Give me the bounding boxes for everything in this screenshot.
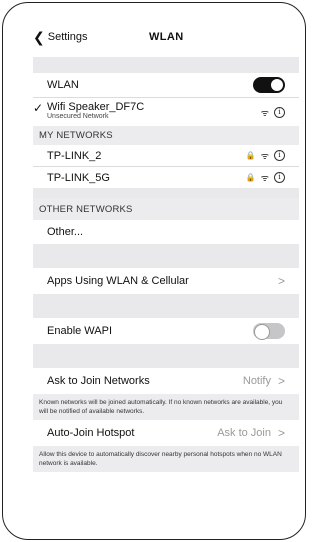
wlan-toggle[interactable] xyxy=(253,77,285,93)
auto-join-hotspot-row[interactable]: Auto-Join Hotspot Ask to Join > xyxy=(33,420,299,446)
other-network-row[interactable]: Other... xyxy=(33,220,299,244)
ask-to-join-footnote: Known networks will be joined automatica… xyxy=(33,394,299,420)
ask-to-join-label: Ask to Join Networks xyxy=(47,375,150,387)
my-networks-header: MY NETWORKS xyxy=(33,126,299,145)
chevron-left-icon: ❮ xyxy=(33,29,45,45)
section-gap xyxy=(33,57,299,73)
auto-join-hotspot-value: Ask to Join xyxy=(217,427,271,439)
network-row-tp-link-2[interactable]: TP-LINK_2 🔒 ᯤ i xyxy=(33,145,299,167)
enable-wapi-row: Enable WAPI xyxy=(33,318,299,344)
section-gap xyxy=(33,344,299,368)
back-label: Settings xyxy=(47,31,88,43)
back-button[interactable]: ❮ Settings xyxy=(33,30,87,44)
navigation-bar: ❮ Settings WLAN xyxy=(33,23,299,57)
enable-wapi-label: Enable WAPI xyxy=(47,325,113,337)
info-icon[interactable]: i xyxy=(274,106,285,118)
lock-icon: 🔒 xyxy=(245,151,256,160)
auto-join-hotspot-footnote: Allow this device to automatically disco… xyxy=(33,446,299,472)
apps-using-wlan-row[interactable]: Apps Using WLAN & Cellular > xyxy=(33,268,299,294)
chevron-right-icon: > xyxy=(277,374,285,388)
network-row-tp-link-5g[interactable]: TP-LINK_5G 🔒 ᯤ i xyxy=(33,167,299,188)
connected-network-status: Unsecured Network xyxy=(47,113,109,120)
info-icon[interactable]: i xyxy=(274,172,285,183)
network-name: TP-LINK_2 xyxy=(47,149,102,162)
auto-join-hotspot-label: Auto-Join Hotspot xyxy=(47,427,135,439)
ask-to-join-row[interactable]: Ask to Join Networks Notify > xyxy=(33,368,299,394)
network-name: TP-LINK_5G xyxy=(47,171,110,184)
connected-network-name: Wifi Speaker_DF7C xyxy=(47,101,145,113)
apps-using-wlan-label: Apps Using WLAN & Cellular xyxy=(47,275,189,287)
lock-icon: 🔒 xyxy=(245,173,256,182)
section-gap xyxy=(33,244,299,268)
wlan-row: WLAN xyxy=(33,73,299,98)
checkmark-icon: ✓ xyxy=(33,101,44,115)
other-label: Other... xyxy=(47,226,84,238)
info-icon[interactable]: i xyxy=(274,150,285,161)
chevron-right-icon: > xyxy=(277,274,285,288)
wapi-toggle[interactable] xyxy=(253,323,285,340)
wlan-label: WLAN xyxy=(47,79,79,91)
wifi-icon: ᯤ xyxy=(260,173,269,183)
connected-network-row[interactable]: ✓ Wifi Speaker_DF7C Unsecured Network ᯤ … xyxy=(33,98,299,126)
page-title: WLAN xyxy=(149,31,184,43)
settings-screen: ❮ Settings WLAN WLAN ✓ Wifi Speaker_DF7C… xyxy=(33,23,299,472)
wifi-icon: ᯤ xyxy=(260,107,269,118)
section-gap xyxy=(33,294,299,318)
device-frame: ❮ Settings WLAN WLAN ✓ Wifi Speaker_DF7C… xyxy=(2,2,306,540)
section-gap xyxy=(33,188,299,198)
wifi-icon: ᯤ xyxy=(260,151,269,161)
chevron-right-icon: > xyxy=(277,426,285,440)
ask-to-join-value: Notify xyxy=(242,375,271,387)
other-networks-header: OTHER NETWORKS xyxy=(33,198,299,220)
